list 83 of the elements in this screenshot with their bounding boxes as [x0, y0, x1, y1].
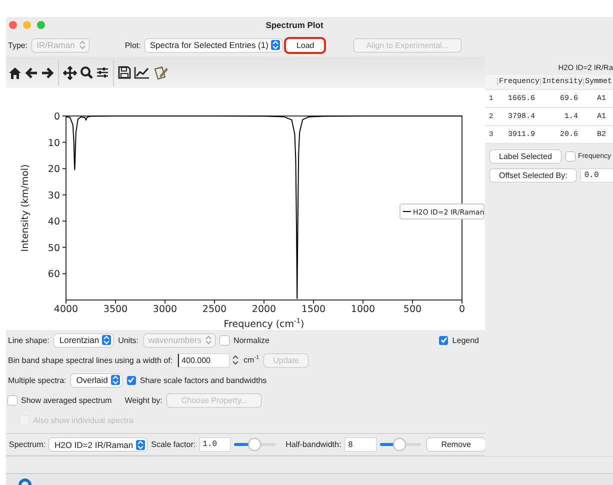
unit-label: cm$^{-1}$ — [244, 355, 260, 365]
y-tick-label: 0 — [54, 112, 60, 122]
weight-by-label: Weight by: — [124, 396, 162, 404]
share-scale-label: Share scale factors and bandwidths — [140, 376, 267, 384]
offset-field[interactable]: 0.0 — [581, 169, 613, 182]
x-tick — [115, 300, 116, 304]
units-label: Units: — [118, 336, 139, 344]
type-label: Type: — [8, 40, 28, 50]
y-tick-label: 50 — [48, 242, 60, 254]
x-tick-label: 1000 — [350, 304, 376, 315]
plot-select[interactable]: Spectra for Selected Entries (1) — [144, 38, 282, 52]
y-tick-label: 30 — [48, 190, 60, 202]
clipboard-pen-icon[interactable] — [153, 66, 168, 80]
y-tick — [62, 168, 66, 170]
x-tick — [412, 300, 413, 304]
y-tick-label: 20 — [48, 164, 60, 176]
x-tick-label: 0 — [458, 304, 466, 315]
x-tick — [214, 300, 215, 304]
bin-width-label: Bin band shape spectral lines using a width of: — [8, 356, 173, 364]
label-selected-button[interactable]: Label Selected — [490, 150, 561, 163]
y-tick-label: 40 — [48, 216, 60, 228]
multiple-spectra-select[interactable]: Overlaid — [71, 374, 122, 386]
stepper-icon — [136, 440, 146, 450]
stepper-icon — [110, 375, 120, 385]
settings-sliders-icon[interactable] — [96, 66, 109, 79]
x-tick — [362, 300, 364, 304]
checkbox[interactable] — [8, 396, 17, 404]
spectrum-label: Spectrum: — [9, 440, 46, 449]
bin-width-field[interactable]: 400.000 — [178, 354, 229, 366]
checkbox[interactable] — [126, 376, 136, 384]
x-tick — [313, 300, 314, 304]
x-tick-label: 500 — [403, 304, 422, 315]
y-tick — [62, 194, 66, 196]
y-tick — [62, 246, 66, 248]
remove-button[interactable]: Remove — [427, 438, 485, 451]
scale-factor-field[interactable]: 1.0 — [200, 438, 230, 451]
x-tick-label: 3000 — [152, 304, 178, 315]
normalize-label: Normalize — [233, 336, 270, 344]
stepper-icon — [204, 335, 214, 345]
checkbox[interactable] — [439, 336, 448, 344]
move-icon[interactable] — [63, 66, 77, 80]
line-shape-label: Line shape: — [8, 336, 50, 344]
window-title: Spectrum Plot — [266, 20, 324, 30]
plot-label: Plot: — [124, 40, 141, 50]
line-chart-icon[interactable] — [134, 66, 150, 79]
x-axis-label: Frequency (cm$^{-1}$) — [224, 316, 304, 330]
refresh-icon[interactable] — [18, 477, 32, 485]
x-tick — [164, 300, 166, 304]
multiple-spectra-label: Multiple spectra: — [8, 376, 66, 384]
y-tick — [62, 273, 66, 274]
averaged-spectrum-label: Show averaged spectrum — [21, 396, 112, 404]
y-tick-label: 60 — [48, 269, 60, 280]
y-tick-label: 10 — [48, 138, 60, 149]
slider-thumb[interactable] — [248, 439, 260, 450]
x-tick-label: 2500 — [202, 304, 227, 315]
forward-arrow-icon[interactable] — [41, 66, 54, 78]
half-bandwidth-label: Half-bandwidth: — [286, 440, 342, 449]
checkbox[interactable] — [220, 336, 230, 344]
x-tick-label: 1500 — [301, 304, 326, 315]
checkbox[interactable] — [566, 152, 575, 161]
half-bandwidth-field[interactable]: 8 — [345, 438, 376, 451]
spectrum-select[interactable]: H2O ID=2 IR/Raman — [49, 438, 148, 451]
load-button[interactable]: Load — [286, 38, 324, 52]
stepper-icon — [78, 40, 87, 50]
x-tick-label: 2000 — [252, 304, 276, 315]
y-tick — [62, 142, 66, 143]
stepper-icon — [271, 40, 280, 50]
home-icon[interactable] — [8, 66, 22, 80]
y-axis-label: Intensity (km/mol) — [20, 164, 31, 252]
offset-selected-button[interactable]: Offset Selected By: — [490, 169, 576, 182]
line-shape-select[interactable]: Lorentzian — [54, 334, 114, 346]
stepper-icon — [102, 335, 112, 345]
y-tick — [62, 220, 66, 222]
x-tick-label: 3500 — [103, 304, 128, 315]
scale-factor-label: Scale factor: — [151, 440, 196, 449]
legend-label: Legend — [452, 336, 479, 344]
search-icon[interactable] — [80, 66, 93, 79]
close-button[interactable] — [9, 21, 17, 29]
save-icon[interactable] — [118, 66, 131, 79]
x-tick-label: 4000 — [54, 304, 78, 315]
stepper-icon[interactable] — [232, 354, 239, 366]
back-arrow-icon[interactable] — [25, 66, 38, 78]
slider-thumb[interactable] — [394, 439, 406, 450]
